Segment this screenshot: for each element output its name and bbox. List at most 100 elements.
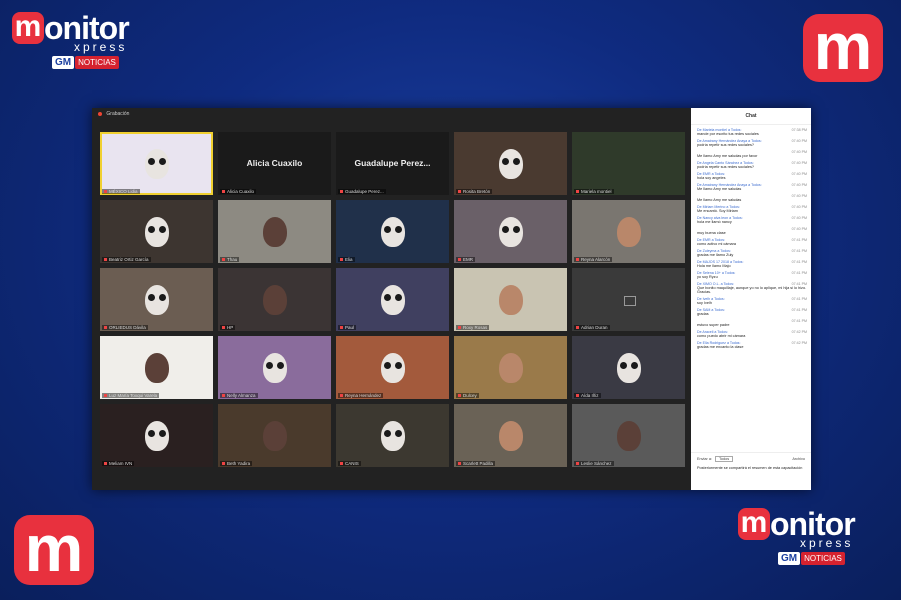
participant-name-text: MÉXICO Lidia xyxy=(109,189,138,194)
mic-muted-icon xyxy=(458,190,461,194)
mic-muted-icon xyxy=(340,258,343,262)
mic-muted-icon xyxy=(340,190,343,194)
chat-input[interactable]: Posteriormente se compartirá el resumen … xyxy=(697,466,805,470)
chat-title: Chat xyxy=(691,108,811,125)
participant-tile[interactable]: Beth Yadira xyxy=(218,404,331,467)
chat-text: muy buena clase xyxy=(697,231,726,235)
participant-name-text: Dulcey xyxy=(463,393,477,398)
chat-message: De MAJOS 17 2018 a Todos: 07:41 PM Hola me… xyxy=(697,260,807,268)
mic-muted-icon xyxy=(340,394,343,398)
participant-tile[interactable]: Reyna Hernández xyxy=(336,336,449,399)
participant-name: Leslie Sánchez xyxy=(574,461,614,466)
participant-name-text: Beatriz Ortiz García xyxy=(109,257,149,262)
participant-name-text: Alicia Cuaxilo xyxy=(227,189,255,194)
chat-timestamp: 07:40 PM xyxy=(791,183,807,187)
participant-tile[interactable]: Leslie Sánchez xyxy=(572,404,685,467)
participant-video xyxy=(262,284,287,315)
chat-timestamp: 07:40 PM xyxy=(791,227,807,231)
participant-video xyxy=(380,420,405,451)
chat-compose: Enviar a: Todos Archivo Posteriormente s… xyxy=(691,452,811,490)
mic-muted-icon xyxy=(576,190,579,194)
chat-text: Hola me llamo Majo xyxy=(697,264,731,268)
participant-name-text: Elia xyxy=(345,257,353,262)
participant-video xyxy=(262,420,287,451)
chat-message: De Zuleyma a Todos: 07:41 PM gradas me lla… xyxy=(697,249,807,257)
chat-timestamp: 07:41 PM xyxy=(791,249,807,253)
participant-name: Elia xyxy=(338,257,355,262)
participant-tile[interactable]: MÉXICO Lidia xyxy=(100,132,213,195)
logo-m-mark: m xyxy=(738,508,770,540)
participant-tile[interactable]: ORLIEDUS Dávila xyxy=(100,268,213,331)
send-to-row: Enviar a: Todos Archivo xyxy=(697,456,805,462)
participant-tile[interactable]: Rosita Bretón xyxy=(454,132,567,195)
chat-text: hola me llamó nancy xyxy=(697,220,732,224)
participant-tile[interactable]: Luz María Toxqui Varela xyxy=(100,336,213,399)
chat-text: Que bonito maquillaje, aunque yo no lo a… xyxy=(697,286,807,294)
chat-text: gradas me llamo Zuly xyxy=(697,253,734,257)
chat-message: De EMR a Todos: 07:40 PM hola soy angeles xyxy=(697,172,807,180)
participant-name: Reyna Hernández xyxy=(338,393,384,398)
participant-tile[interactable]: Scarlett Padilla xyxy=(454,404,567,467)
participant-tile[interactable]: Paul xyxy=(336,268,449,331)
monitor-m-logo-bottom-left: m xyxy=(14,515,94,585)
chat-text: podría repetir sus redes sociales? xyxy=(697,165,754,169)
mic-muted-icon xyxy=(222,326,225,330)
recording-dot-icon xyxy=(98,111,102,116)
gm-label: GM xyxy=(778,552,801,565)
participant-name: ORLIEDUS Dávila xyxy=(102,325,148,330)
participant-name: MÉXICO Lidia xyxy=(102,189,140,194)
chat-message: 07:40 PM Me llamo Amy me saludas xyxy=(697,194,807,202)
participant-tile[interactable]: Beatriz Ortiz García xyxy=(100,200,213,263)
chat-text: estuvo super padre xyxy=(697,323,730,327)
participant-tile[interactable]: Meliam IVN xyxy=(100,404,213,467)
participant-name: Reyna Alarcón xyxy=(574,257,613,262)
chat-text: gradas xyxy=(697,312,709,316)
participant-tile[interactable]: Roxy Rosas xyxy=(454,268,567,331)
participant-tile[interactable]: HP xyxy=(218,268,331,331)
chat-timestamp: 07:42 PM xyxy=(791,341,807,345)
participant-name: Meliam IVN xyxy=(102,461,135,466)
participant-name: Beth Yadira xyxy=(220,461,253,466)
send-to-label: Enviar a: xyxy=(697,457,712,461)
participant-tile[interactable]: EMR xyxy=(454,200,567,263)
chat-message: De Ivelh a Todos: 07:41 PM soy Ivelh xyxy=(697,297,807,305)
mic-muted-icon xyxy=(458,394,461,398)
mic-muted-icon xyxy=(340,326,343,330)
participant-tile[interactable]: Alicia Cuaxilo Alicia Cuaxilo xyxy=(218,132,331,195)
chat-text: gradas me encanto la clase xyxy=(697,345,744,349)
chat-timestamp: 07:41 PM xyxy=(791,271,807,275)
chat-timestamp: 07:40 PM xyxy=(791,161,807,165)
zoom-meeting-window: Grabación MÉXICO Lidia Alicia Cuaxilo Alic… xyxy=(92,108,811,490)
participant-name: Nelly Almanza xyxy=(220,393,258,398)
mic-muted-icon xyxy=(576,462,579,466)
chat-message-list[interactable]: De Mariela montiel a Todos: 07:38 PM mande… xyxy=(691,125,811,349)
participant-tile[interactable]: Elia xyxy=(336,200,449,263)
participant-tile[interactable]: Mariela montiel xyxy=(572,132,685,195)
chat-message: De Angela Canto Sánchez a Todos: 07:40 PM… xyxy=(697,161,807,169)
chat-text: Me encantó. Soy Miriam xyxy=(697,209,738,213)
participant-tile[interactable]: Nelly Almanza xyxy=(218,336,331,399)
participant-tile[interactable]: Adrian Duran xyxy=(572,268,685,331)
participant-tile[interactable]: Aída Iñiz xyxy=(572,336,685,399)
participant-tile[interactable]: Reyna Alarcón xyxy=(572,200,685,263)
chat-message: De Miriam Merino a Todos: 07:40 PM Me enca… xyxy=(697,205,807,213)
mic-muted-icon xyxy=(104,394,107,398)
mic-muted-icon xyxy=(222,258,225,262)
chat-message: 07:40 PM Me llamo Amy me saludas por favo… xyxy=(697,150,807,158)
participant-tile[interactable]: Guadalupe Perez... Guadalupe Perez... xyxy=(336,132,449,195)
participant-tile[interactable]: CANIS xyxy=(336,404,449,467)
chat-message: 07:40 PM muy buena clase xyxy=(697,227,807,235)
participant-name-text: Rosita Bretón xyxy=(463,189,491,194)
participant-tile[interactable]: Thau xyxy=(218,200,331,263)
recording-label: Grabación xyxy=(106,111,130,117)
send-to-dropdown[interactable]: Todos xyxy=(714,456,734,462)
participant-video xyxy=(616,216,641,247)
chat-timestamp: 07:41 PM xyxy=(791,308,807,312)
participant-name: HP xyxy=(220,325,236,330)
chat-message: De Selena 10+ a Todos: 07:41 PM yo soy Ryz… xyxy=(697,271,807,279)
chat-text: Me llamo Amy me saludas por favor xyxy=(697,154,758,158)
participant-tile[interactable]: Dulcey xyxy=(454,336,567,399)
file-button[interactable]: Archivo xyxy=(792,457,805,461)
noticias-label: NOTICIAS xyxy=(801,552,845,565)
mic-muted-icon xyxy=(340,462,343,466)
